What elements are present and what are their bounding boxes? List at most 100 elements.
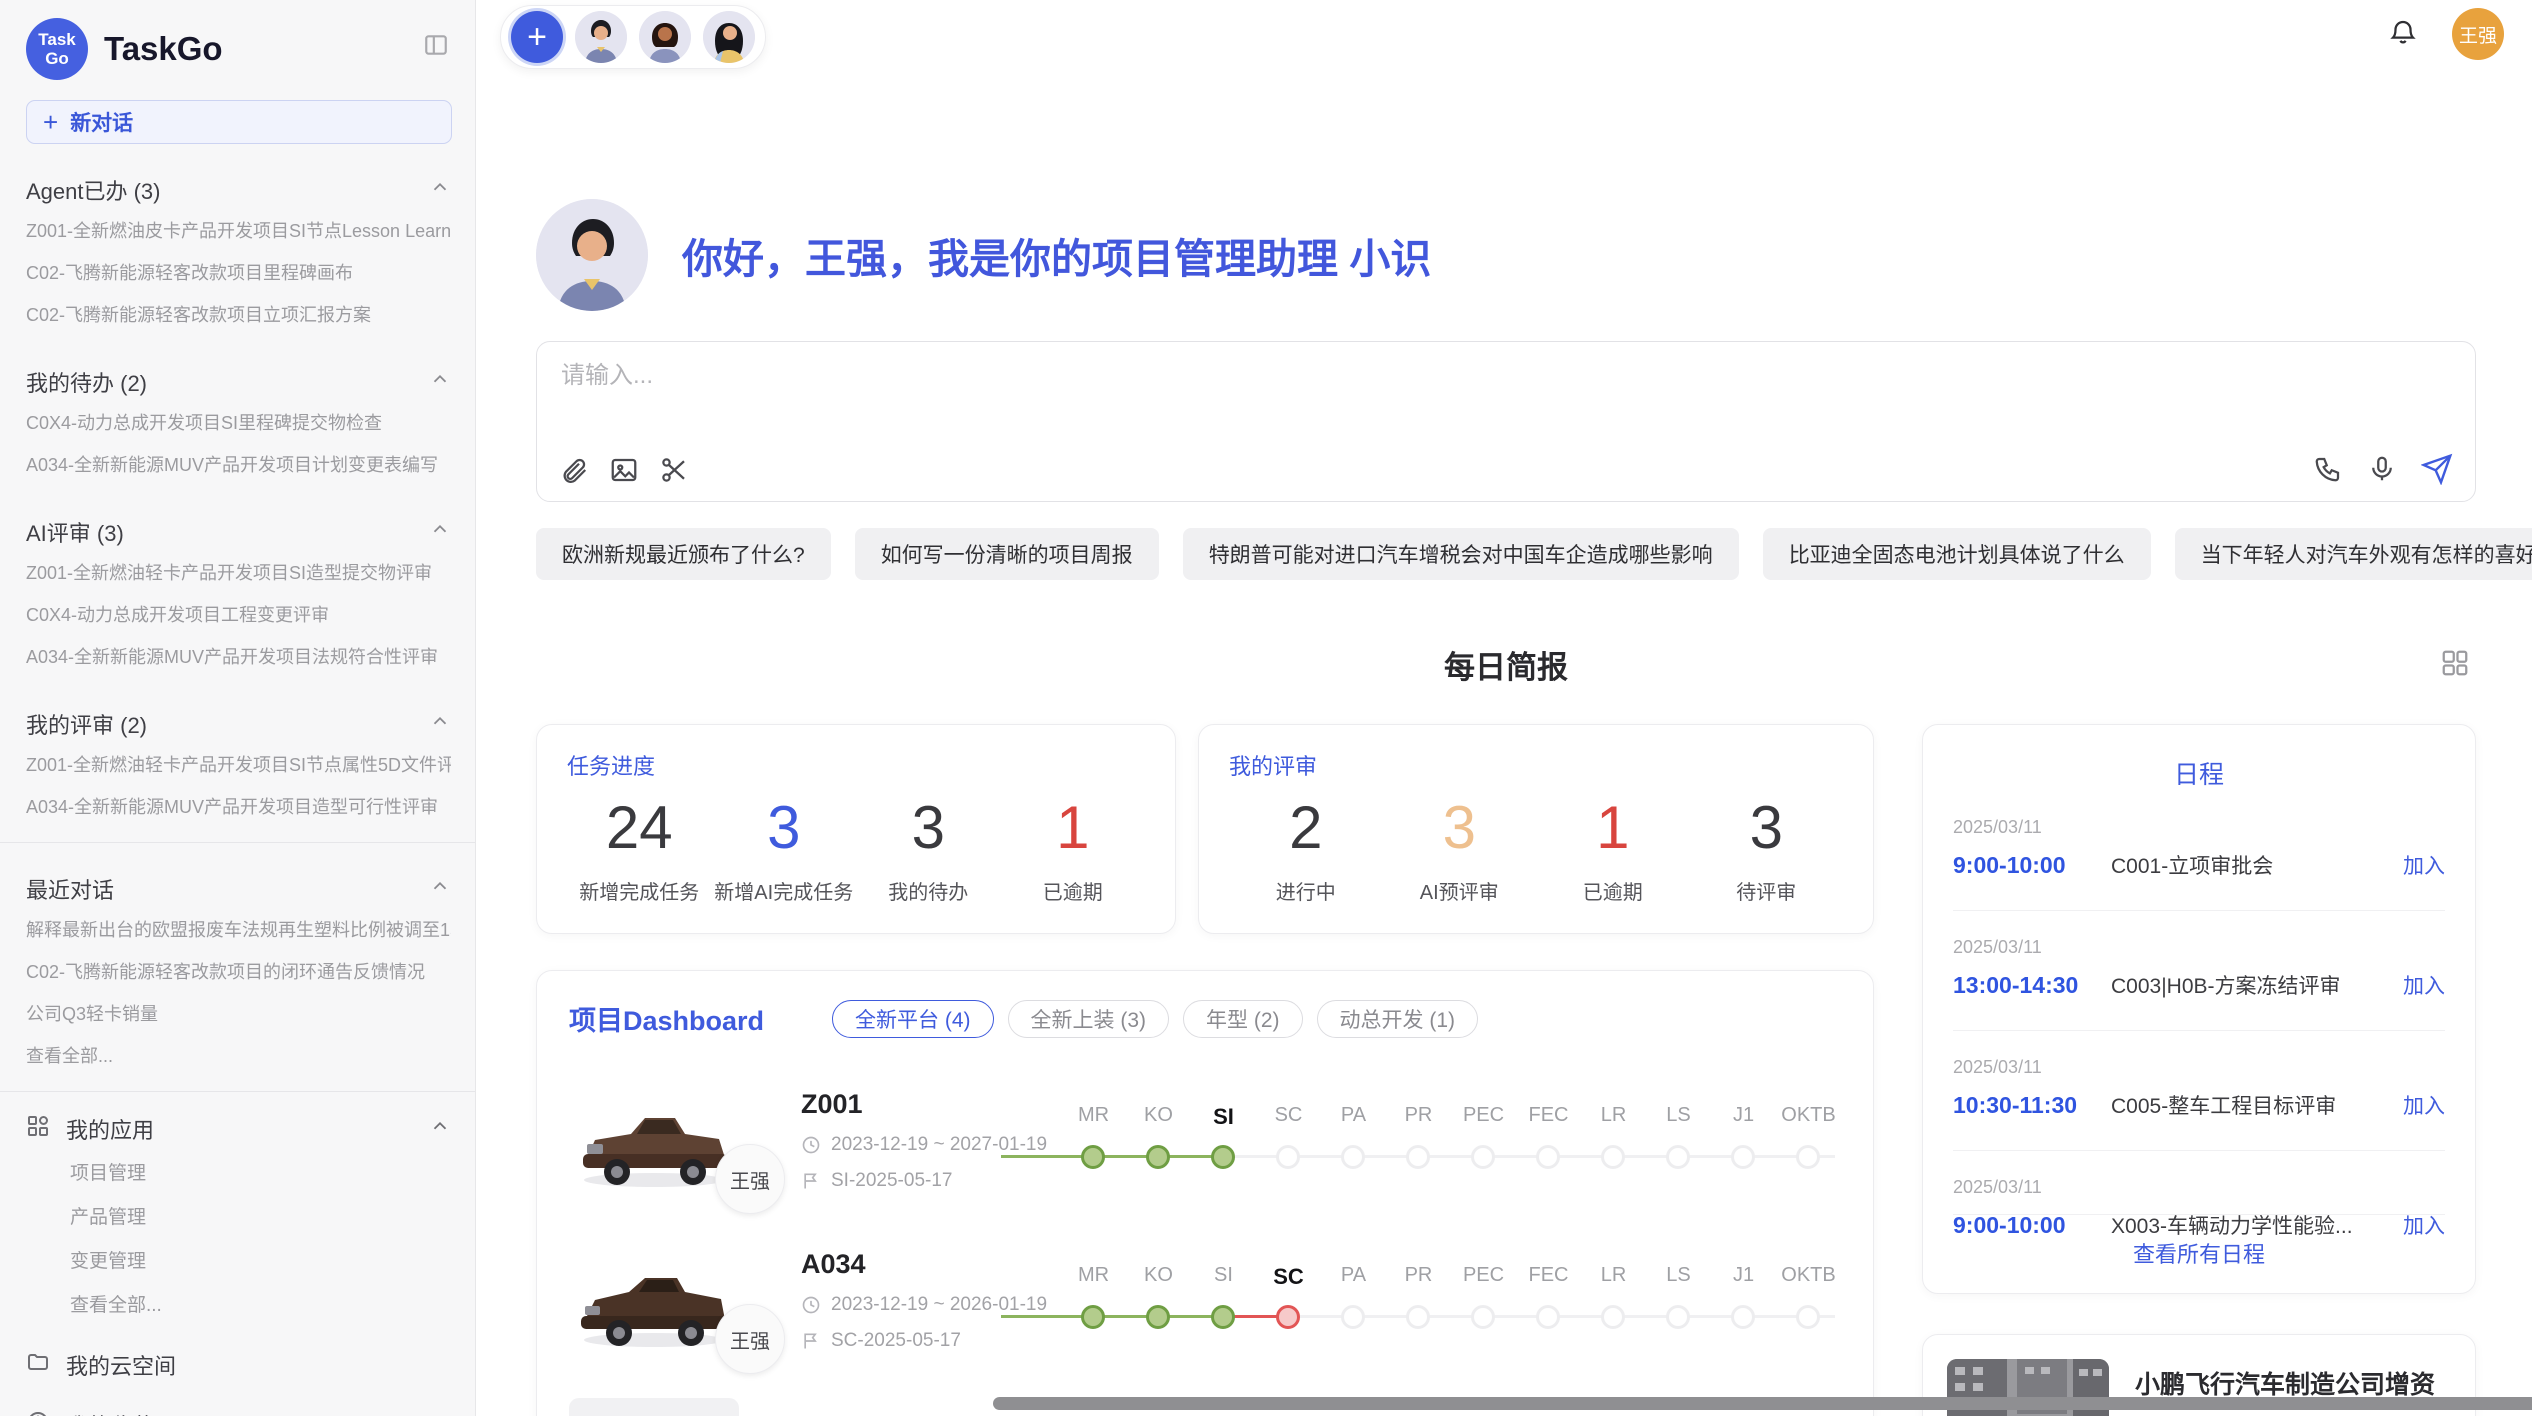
assistant-avatar [536,199,648,311]
chevron-up-icon[interactable] [429,875,451,903]
section-my-review[interactable]: 我的评审 (2) [26,704,451,744]
horizontal-scrollbar[interactable] [993,1397,2532,1410]
tab-new-platform[interactable]: 全新平台 (4) [832,1000,994,1038]
list-item[interactable]: A034-全新新能源MUV产品开发项目造型可行性评审 [26,786,451,828]
apps-grid-icon [26,1114,50,1144]
suggestion-chip[interactable]: 如何写一份清晰的项目周报 [855,528,1159,580]
chat-input[interactable] [561,362,1961,390]
app-link-change-mgmt[interactable]: 变更管理 [26,1240,451,1284]
view-all-schedule-link[interactable]: 查看所有日程 [1953,1214,2445,1269]
collapse-sidebar-icon[interactable] [423,32,449,63]
schedule-entry: 2025/03/11 9:00-10:00 C001-立项审批会 加入 [1953,791,2445,910]
sidebar-item-my-apps[interactable]: 我的应用 [26,1106,451,1152]
list-item[interactable]: 解释最新出台的欧盟报废车法规再生塑料比例被调至15%... [26,909,451,951]
section-ai-review[interactable]: AI评审 (3) [26,512,451,552]
schedule-date: 2025/03/11 [1953,1057,2445,1078]
schedule-date: 2025/03/11 [1953,1177,2445,1198]
scissors-icon[interactable] [659,455,689,485]
schedule-time: 13:00-14:30 [1953,972,2111,999]
sidebar-item-favorites[interactable]: 我的收藏 [26,1402,451,1416]
sidebar: Task Go TaskGo + 新对话 Agent已办 (3) Z001-全新… [0,0,476,1416]
list-item[interactable]: Z001-全新燃油轻卡产品开发项目SI节点属性5D文件评审 [26,744,451,786]
new-chat-label: 新对话 [70,107,133,137]
section-my-todo[interactable]: 我的待办 (2) [26,362,451,402]
list-item[interactable]: C02-飞腾新能源轻客改款项目里程碑画布 [26,252,451,294]
section-recent-chats[interactable]: 最近对话 [26,869,451,909]
schedule-entry: 2025/03/11 10:30-11:30 C005-整车工程目标评审 加入 [1953,1030,2445,1150]
view-all-chats[interactable]: 查看全部... [26,1035,451,1077]
project-owner-badge: 王强 [715,1144,785,1214]
composer-right-icons [2313,453,2453,485]
join-link[interactable]: 加入 [2403,970,2445,1000]
sidebar-item-cloud-space[interactable]: 我的云空间 [26,1342,451,1388]
project-dates: 2023-12-19 ~ 2027-01-19 [801,1134,1053,1156]
list-item[interactable]: Z001-全新燃油轻卡产品开发项目SI造型提交物评审 [26,552,451,594]
daily-briefing-header: 每日简报 [536,642,2476,688]
list-item[interactable]: A034-全新新能源MUV产品开发项目法规符合性评审 [26,636,451,678]
list-item[interactable]: C02-飞腾新能源轻客改款项目的闭环通告反馈情况 [26,951,451,993]
layout-grid-icon[interactable] [2440,648,2470,683]
new-chat-button[interactable]: + 新对话 [26,100,452,144]
chevron-up-icon[interactable] [429,1115,451,1143]
section-agent-done[interactable]: Agent已办 (3) [26,170,451,210]
sidebar-header: Task Go TaskGo [26,18,451,80]
list-item[interactable]: C0X4-动力总成开发项目工程变更评审 [26,594,451,636]
project-image: 王强 [569,1082,739,1198]
dashboard-title: 项目Dashboard [569,999,764,1038]
folder-icon [26,1350,50,1380]
app-root: Task Go TaskGo + 新对话 Agent已办 (3) Z001-全新… [0,0,2532,1416]
join-link[interactable]: 加入 [2403,850,2445,880]
clock-icon [801,1135,821,1155]
milestone-track: MRKOSISCPAPRPECFECLRLSJ1OKTB [1061,1264,1841,1336]
greeting-row: 你好，王强，我是你的项目管理助理 小识 [536,199,2476,311]
send-icon[interactable] [2421,453,2453,485]
tab-powertrain[interactable]: 动总开发 (1) [1317,1000,1479,1038]
view-all-apps[interactable]: 查看全部... [26,1284,451,1328]
attachment-icon[interactable] [559,455,589,485]
tab-new-body[interactable]: 全新上装 (3) [1008,1000,1170,1038]
list-item[interactable]: 公司Q3轻卡销量 [26,993,451,1035]
tab-year-model[interactable]: 年型 (2) [1183,1000,1303,1038]
chevron-up-icon[interactable] [429,518,451,546]
schedule-event: C005-整车工程目标评审 [2111,1090,2403,1120]
project-row[interactable]: 王强 Z001 2023-12-19 ~ 2027-01-19 [569,1082,1841,1198]
schedule-title: 日程 [1953,755,2445,791]
suggestion-chip[interactable]: 特朗普可能对进口汽车增税会对中国车企造成哪些影响 [1183,528,1739,580]
greeting-text: 你好，王强，我是你的项目管理助理 小识 [682,225,1431,285]
stat: 24 新增完成任务 [567,793,712,905]
daily-briefing-title: 每日简报 [536,642,2476,687]
project-row[interactable]: 王强 A034 2023-12-19 ~ 2026-01-19 [569,1242,1841,1358]
task-progress-card: 任务进度 24 新增完成任务 3 新增AI完成任务 [536,724,1176,934]
milestone-track: MRKOSISCPAPRPECFECLRLSJ1OKTB [1061,1104,1841,1176]
star-badge-icon [26,1410,50,1416]
flag-icon [801,1331,821,1351]
image-icon[interactable] [609,455,639,485]
content: 你好，王强，我是你的项目管理助理 小识 欧洲新规最近颁布了什么? 如何写一份清晰… [536,0,2476,1416]
stat: 1 已逾期 [1001,793,1146,905]
app-title: TaskGo [104,30,223,68]
app-link-product-mgmt[interactable]: 产品管理 [26,1196,451,1240]
suggestion-chip[interactable]: 当下年轻人对汽车外观有怎样的喜好趋势 [2175,528,2532,580]
list-item[interactable]: A034-全新新能源MUV产品开发项目计划变更表编写 [26,444,451,486]
chevron-up-icon[interactable] [429,368,451,396]
project-next-milestone: SI-2025-05-17 [801,1170,1053,1192]
suggestion-chip[interactable]: 欧洲新规最近颁布了什么? [536,528,831,580]
project-code: A034 [801,1249,1053,1280]
composer-card[interactable] [536,341,2476,502]
news-title: 小鹏飞行汽车制造公司增资 [2135,1365,2451,1401]
app-link-project-mgmt[interactable]: 项目管理 [26,1152,451,1196]
chevron-up-icon[interactable] [429,176,451,204]
composer-left-icons [559,455,689,485]
schedule-time: 10:30-11:30 [1953,1092,2111,1119]
list-item[interactable]: Z001-全新燃油皮卡产品开发项目SI节点Lesson Learn报告 [26,210,451,252]
microphone-icon[interactable] [2367,454,2397,484]
flag-icon [801,1171,821,1191]
chevron-up-icon[interactable] [429,710,451,738]
list-item[interactable]: C02-飞腾新能源轻客改款项目立项汇报方案 [26,294,451,336]
join-link[interactable]: 加入 [2403,1090,2445,1120]
clock-icon [801,1295,821,1315]
suggestion-chip[interactable]: 比亚迪全固态电池计划具体说了什么 [1763,528,2151,580]
phone-icon[interactable] [2313,454,2343,484]
list-item[interactable]: C0X4-动力总成开发项目SI里程碑提交物检查 [26,402,451,444]
stat: 3 我的待办 [856,793,1001,905]
